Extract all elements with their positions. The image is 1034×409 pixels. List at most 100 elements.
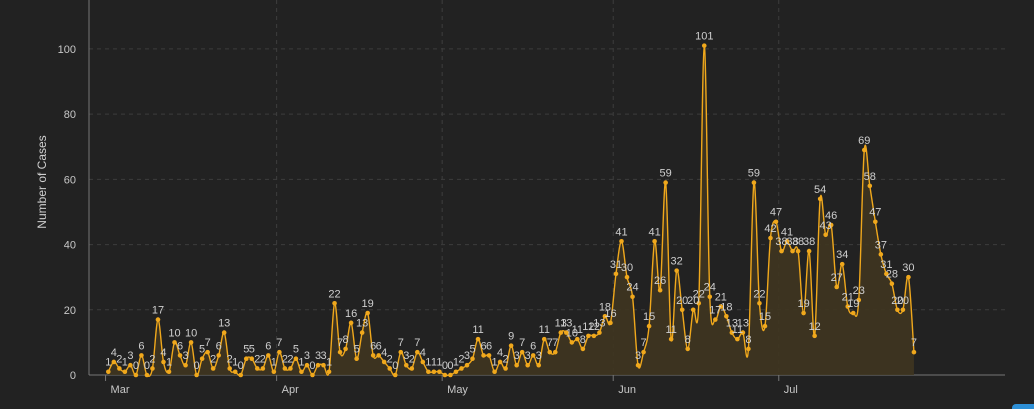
data-point[interactable]	[536, 362, 542, 368]
data-point[interactable]	[282, 366, 288, 371]
data-point[interactable]	[895, 307, 900, 313]
data-point[interactable]	[906, 274, 911, 280]
data-point[interactable]	[409, 366, 415, 371]
data-point[interactable]	[210, 366, 216, 371]
data-point[interactable]	[337, 349, 343, 355]
data-point[interactable]	[790, 248, 795, 254]
data-point[interactable]	[508, 343, 514, 348]
data-point[interactable]	[558, 330, 564, 335]
data-point[interactable]	[194, 372, 199, 378]
data-point[interactable]	[365, 310, 370, 316]
data-point[interactable]	[221, 330, 227, 335]
data-point[interactable]	[492, 369, 497, 375]
data-point[interactable]	[685, 346, 691, 352]
data-point[interactable]	[481, 353, 486, 358]
data-point[interactable]	[746, 346, 751, 352]
data-point[interactable]	[122, 369, 128, 375]
data-point[interactable]	[679, 307, 685, 313]
data-point[interactable]	[255, 366, 260, 371]
data-point[interactable]	[431, 369, 437, 375]
data-point[interactable]	[459, 366, 464, 371]
data-point[interactable]	[635, 362, 641, 368]
data-point[interactable]	[580, 346, 586, 352]
data-point[interactable]	[757, 300, 762, 306]
data-point[interactable]	[453, 369, 459, 375]
data-point[interactable]	[359, 330, 365, 335]
data-point[interactable]	[106, 369, 111, 375]
data-point[interactable]	[806, 248, 812, 254]
data-point[interactable]	[547, 349, 553, 355]
data-point[interactable]	[260, 366, 266, 371]
data-point[interactable]	[613, 271, 619, 277]
data-point[interactable]	[586, 333, 591, 339]
data-point[interactable]	[166, 369, 172, 375]
data-point[interactable]	[525, 362, 530, 368]
data-point[interactable]	[707, 294, 713, 300]
data-point[interactable]	[503, 366, 508, 371]
data-point[interactable]	[591, 333, 597, 339]
data-point[interactable]	[735, 336, 740, 342]
data-point[interactable]	[310, 372, 315, 378]
data-point[interactable]	[144, 372, 150, 378]
data-point[interactable]	[348, 320, 354, 326]
data-point[interactable]	[271, 369, 277, 375]
data-point[interactable]	[779, 248, 784, 254]
data-point[interactable]	[133, 372, 139, 378]
data-point[interactable]	[768, 235, 773, 241]
data-point[interactable]	[343, 346, 348, 352]
data-point[interactable]	[514, 362, 519, 368]
data-point[interactable]	[243, 356, 249, 361]
data-point[interactable]	[889, 281, 895, 286]
data-point[interactable]	[713, 317, 718, 322]
data-point[interactable]	[812, 333, 817, 339]
data-point[interactable]	[608, 320, 613, 326]
data-point[interactable]	[823, 232, 828, 238]
data-point[interactable]	[448, 372, 453, 378]
data-point[interactable]	[911, 349, 917, 355]
data-point[interactable]	[646, 323, 652, 329]
data-point[interactable]	[288, 366, 293, 371]
data-point[interactable]	[619, 239, 624, 244]
data-point[interactable]	[630, 294, 635, 300]
data-point[interactable]	[552, 349, 558, 355]
data-point[interactable]	[641, 349, 646, 355]
data-point[interactable]	[139, 353, 144, 358]
data-point[interactable]	[657, 287, 663, 293]
data-point[interactable]	[751, 180, 757, 185]
data-point[interactable]	[370, 353, 376, 358]
data-point[interactable]	[663, 180, 668, 185]
data-point[interactable]	[392, 372, 398, 378]
data-point[interactable]	[464, 362, 470, 368]
data-point[interactable]	[150, 366, 155, 371]
data-point[interactable]	[326, 369, 332, 375]
data-point[interactable]	[762, 323, 768, 329]
data-point[interactable]	[668, 336, 674, 342]
data-point[interactable]	[834, 284, 839, 290]
data-point[interactable]	[801, 310, 806, 316]
data-point[interactable]	[332, 300, 337, 306]
data-point[interactable]	[878, 252, 884, 257]
data-point[interactable]	[155, 317, 161, 322]
data-point[interactable]	[183, 362, 188, 368]
data-point[interactable]	[624, 274, 630, 280]
data-point[interactable]	[315, 362, 321, 368]
data-point[interactable]	[867, 183, 873, 189]
data-point[interactable]	[199, 356, 205, 361]
data-point[interactable]	[861, 147, 867, 153]
data-point[interactable]	[900, 307, 906, 313]
data-point[interactable]	[238, 372, 244, 378]
data-point[interactable]	[299, 369, 304, 375]
data-point[interactable]	[470, 356, 475, 361]
data-point[interactable]	[795, 248, 801, 254]
data-point[interactable]	[817, 196, 823, 202]
data-point[interactable]	[701, 43, 707, 48]
data-point[interactable]	[690, 307, 696, 313]
data-point[interactable]	[652, 239, 657, 244]
corner-tab[interactable]	[1012, 404, 1034, 409]
data-point[interactable]	[873, 219, 878, 225]
data-point[interactable]	[354, 356, 359, 361]
data-point[interactable]	[839, 261, 845, 267]
data-point[interactable]	[442, 372, 448, 378]
data-point[interactable]	[216, 353, 221, 358]
data-point[interactable]	[850, 310, 856, 316]
